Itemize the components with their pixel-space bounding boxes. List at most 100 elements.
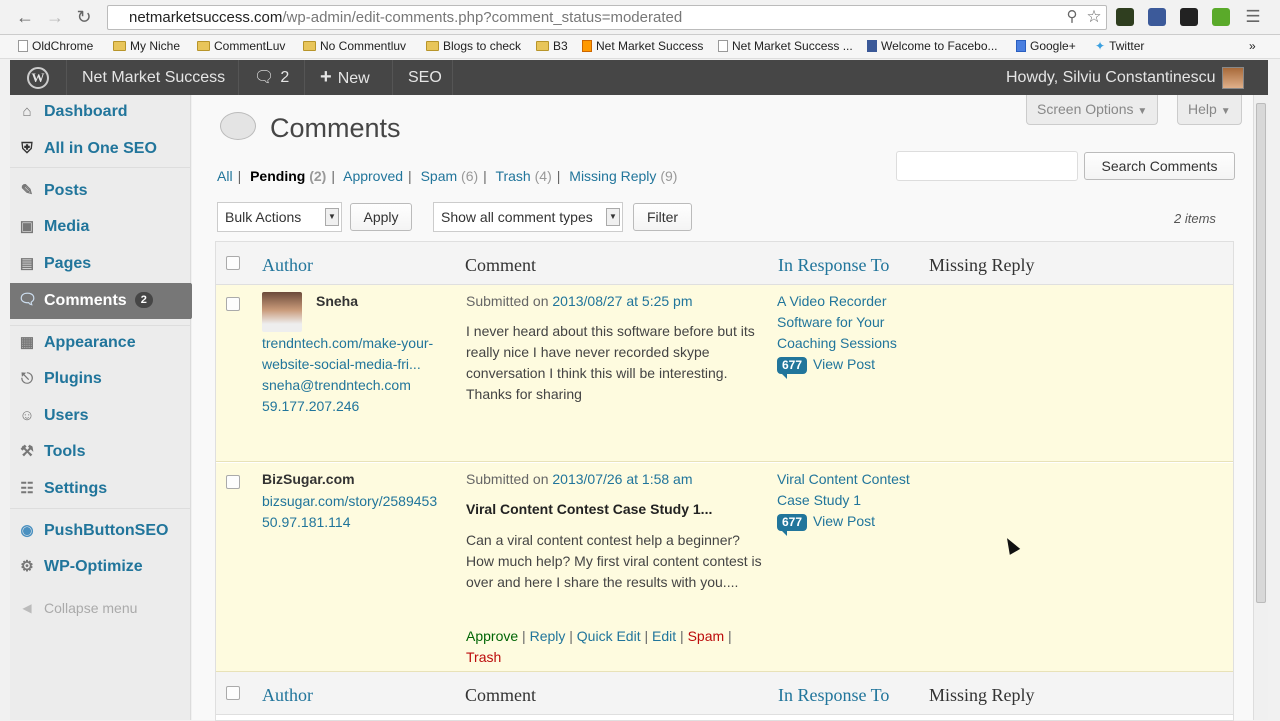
post-title-link[interactable]: A Video Recorder Software for Your Coach… (777, 293, 897, 351)
bookmark-google-plus[interactable]: Google+ (1016, 39, 1076, 53)
post-comment-count[interactable]: 677 (777, 357, 808, 379)
url-path: /wp-admin/edit-comments.php?comment_stat… (282, 9, 683, 26)
comment-date-link[interactable]: 2013/08/27 at 5:25 pm (552, 293, 692, 309)
bookmark-my-niche[interactable]: My Niche (113, 39, 180, 53)
admin-bar-divider (66, 60, 67, 95)
trash-link[interactable]: Trash (466, 649, 501, 665)
howdy-account[interactable]: Howdy, Silviu Constantinescu (1006, 60, 1244, 95)
column-author[interactable]: Author (262, 685, 313, 706)
bookmarks-more[interactable]: » (1249, 39, 1256, 53)
sidebar-item-label: Pages (44, 255, 92, 272)
bookmarks-bar: OldChrome My Niche CommentLuv No Comment… (0, 35, 1280, 59)
wordpress-logo-icon[interactable]: W (26, 60, 50, 95)
reply-link[interactable]: Reply (530, 628, 566, 644)
author-ip[interactable]: 50.97.181.114 (262, 514, 351, 530)
help-label: Help (1188, 101, 1217, 117)
post-comment-count[interactable]: 677 (777, 514, 808, 536)
row-checkbox[interactable] (226, 297, 240, 311)
collapse-menu[interactable]: ◀ Collapse menu (10, 591, 191, 625)
search-input[interactable] (896, 151, 1078, 181)
new-content-link[interactable]: + New (320, 60, 370, 95)
select-all-checkbox[interactable] (226, 686, 240, 700)
author-url-line1[interactable]: bizsugar.com/story/2589453 (262, 493, 437, 509)
column-in-response-to[interactable]: In Response To (778, 255, 889, 276)
address-bar[interactable]: netmarketsuccess.com/wp-admin/edit-comme… (107, 5, 1107, 30)
post-title-link[interactable]: Viral Content Contest Case Study 1 (777, 471, 910, 508)
sidebar-item-pages[interactable]: ▤ Pages (10, 247, 191, 281)
bookmark-net-market-success-2[interactable]: Net Market Success ... (718, 39, 853, 53)
spam-link[interactable]: Spam (688, 628, 725, 644)
filter-spam[interactable]: Spam (6) (421, 168, 479, 184)
author-email[interactable]: sneha@trendntech.com (262, 377, 411, 393)
filter-button[interactable]: Filter (633, 203, 692, 231)
site-name-link[interactable]: Net Market Success (82, 60, 225, 95)
screen-options-button[interactable]: Screen Options ▼ (1026, 95, 1159, 125)
column-in-response-to[interactable]: In Response To (778, 685, 889, 706)
admin-bar: W Net Market Success 🗨 2 + New SEO Howdy, … (10, 60, 1268, 95)
comment-type-select[interactable]: Show all comment types ▼ (433, 202, 623, 232)
bookmark-b3[interactable]: B3 (536, 39, 568, 53)
help-button[interactable]: Help ▼ (1177, 95, 1242, 125)
filter-label: Trash (495, 168, 531, 184)
comment-date-link[interactable]: 2013/07/26 at 1:58 am (552, 471, 692, 487)
back-icon[interactable]: ← (14, 6, 36, 28)
sidebar-item-wp-optimize[interactable]: ⚙ WP-Optimize (10, 550, 191, 584)
reload-icon[interactable]: ↻ (73, 6, 95, 28)
row-checkbox[interactable] (226, 475, 240, 489)
sidebar-item-all-in-one-seo[interactable]: ⛨ All in One SEO (10, 132, 191, 166)
apply-button[interactable]: Apply (350, 203, 412, 231)
separator: | (331, 168, 335, 184)
extension-icon-1[interactable] (1116, 8, 1134, 26)
approve-link[interactable]: Approve (466, 628, 518, 644)
admin-bar-divider (238, 60, 239, 95)
star-icon[interactable]: ☆ (1083, 6, 1105, 28)
extension-icon-2[interactable] (1148, 8, 1166, 26)
sidebar-item-tools[interactable]: ⚒ Tools (10, 435, 191, 469)
search-comments-button[interactable]: Search Comments (1084, 152, 1235, 180)
bookmark-net-market-success[interactable]: Net Market Success (582, 39, 703, 53)
bookmark-facebook[interactable]: Welcome to Facebo... (867, 39, 998, 53)
comments-link[interactable]: 🗨 2 (254, 60, 289, 95)
seo-link[interactable]: SEO (408, 60, 442, 95)
filter-missing-reply[interactable]: Missing Reply (9) (569, 168, 677, 184)
sidebar-item-dashboard[interactable]: ⌂ Dashboard (10, 95, 191, 129)
author-url-line1[interactable]: trendntech.com/make-your- (262, 335, 433, 351)
author-url-line2[interactable]: website-social-media-fri... (262, 356, 421, 372)
bookmark-commentluv[interactable]: CommentLuv (197, 39, 285, 53)
sidebar-item-pushbuttonseo[interactable]: ◉ PushButtonSEO (10, 514, 191, 548)
scrollbar-thumb[interactable] (1256, 103, 1266, 603)
sidebar-item-posts[interactable]: ✎ Posts (10, 174, 191, 208)
bulk-actions-select[interactable]: Bulk Actions ▼ (217, 202, 342, 232)
filter-trash[interactable]: Trash (4) (495, 168, 551, 184)
filter-all[interactable]: All (217, 168, 233, 184)
filter-approved[interactable]: Approved (343, 168, 403, 184)
sidebar-item-plugins[interactable]: ⎋ Plugins (10, 362, 191, 396)
select-all-checkbox[interactable] (226, 256, 240, 270)
bookmark-no-commentluv[interactable]: No Commentluv (303, 39, 406, 53)
bookmark-oldchrome[interactable]: OldChrome (18, 39, 93, 53)
sidebar-item-media[interactable]: ▣ Media (10, 210, 191, 244)
bookmark-blogs-to-check[interactable]: Blogs to check (426, 39, 521, 53)
edit-link[interactable]: Edit (652, 628, 676, 644)
zoom-icon[interactable]: ⚲ (1061, 6, 1083, 28)
quick-edit-link[interactable]: Quick Edit (577, 628, 641, 644)
column-author[interactable]: Author (262, 255, 313, 276)
author-ip[interactable]: 59.177.207.246 (262, 398, 359, 414)
sidebar-item-settings[interactable]: ☷ Settings (10, 472, 191, 506)
page-scrollbar[interactable] (1253, 95, 1268, 720)
extension-icon-4[interactable] (1212, 8, 1230, 26)
filter-pending[interactable]: Pending (2) (250, 168, 326, 184)
chevron-down-icon: ▼ (1137, 106, 1148, 117)
sidebar-item-users[interactable]: ☺ Users (10, 399, 191, 433)
bookmark-twitter[interactable]: ✦ Twitter (1095, 39, 1144, 53)
sidebar-item-comments[interactable]: 🗨 Comments 2 (10, 283, 203, 319)
sidebar-item-appearance[interactable]: ▦ Appearance (10, 326, 191, 360)
media-icon: ▣ (19, 218, 35, 235)
view-post-link[interactable]: View Post (813, 513, 875, 529)
extension-icon-3[interactable] (1180, 8, 1198, 26)
menu-icon[interactable]: ☰ (1242, 6, 1264, 28)
user-avatar (1221, 66, 1244, 89)
filter-count: (9) (660, 168, 678, 184)
view-post-link[interactable]: View Post (813, 356, 875, 372)
forward-icon[interactable]: → (44, 6, 66, 28)
